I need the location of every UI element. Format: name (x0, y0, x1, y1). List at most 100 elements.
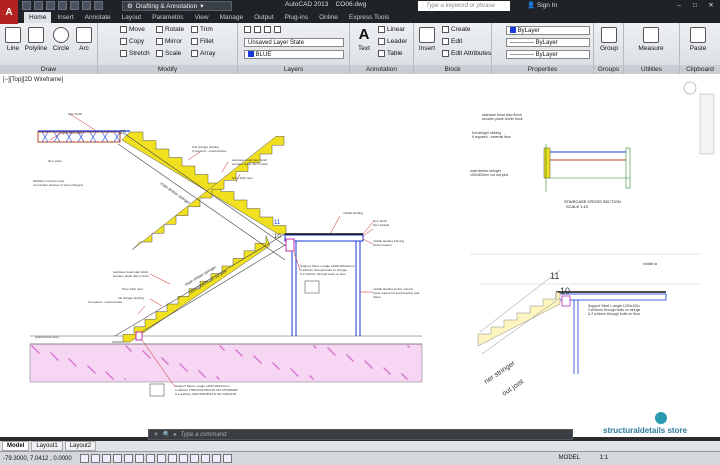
hatch-dot (89, 367, 91, 369)
snap-icon[interactable] (90, 454, 100, 463)
mirror-button[interactable]: Mirror (156, 38, 182, 45)
command-line[interactable]: ✕ 🔍 ▸ Type a command (148, 429, 573, 440)
layer-dropdown[interactable]: BLUE (244, 50, 344, 59)
array-button[interactable]: Array (191, 50, 216, 57)
3d-osnap-icon[interactable] (145, 454, 155, 463)
tab-parametric[interactable]: Parametric (147, 12, 188, 23)
layer-properties-icon[interactable] (244, 26, 251, 33)
layout-tab-model[interactable]: Model (2, 441, 30, 451)
tab-plug-ins[interactable]: Plug-ins (280, 12, 313, 23)
hatch-dot (148, 356, 150, 358)
tab-layout[interactable]: Layout (117, 12, 147, 23)
hatch-dot (236, 350, 238, 352)
close-command-icon[interactable]: ✕ (153, 431, 158, 438)
drawing-canvas[interactable]: floor finish upper floor level floor joist… (0, 74, 720, 437)
minimize-icon[interactable]: – (672, 0, 686, 11)
file-name: CO06.dwg (335, 1, 367, 8)
hatch-dot (350, 358, 352, 360)
infer-constraints-icon[interactable] (79, 454, 89, 463)
lineweight-dropdown[interactable]: ———— ByLayer (506, 50, 590, 59)
hatch-dot (36, 350, 38, 352)
model-space-toggle[interactable]: MODEL (559, 455, 580, 461)
hatch-dot (352, 360, 354, 362)
text-button[interactable]: A Text (352, 27, 376, 53)
lineweight-icon[interactable] (189, 454, 199, 463)
tab-annotate[interactable]: Annotate (80, 12, 116, 23)
fillet-button[interactable]: Fillet (191, 38, 214, 45)
layer-freeze-icon[interactable] (264, 26, 271, 33)
scale-button[interactable]: Scale (156, 50, 181, 57)
edit-block-button[interactable]: Edit (442, 38, 462, 45)
close-icon[interactable]: ✕ (704, 0, 718, 11)
rotate-button[interactable]: Rotate (156, 26, 184, 33)
layout-tab-layout1[interactable]: Layout1 (31, 441, 63, 451)
polyline-button[interactable]: Polyline (24, 27, 48, 52)
layer-state-dropdown[interactable]: Unsaved Layer State (244, 38, 344, 47)
sign-in-button[interactable]: 👤 Sign In (527, 1, 557, 9)
workspace-dropdown[interactable]: ⚙ Drafting & Annotation ▾ (122, 1, 232, 11)
new-icon[interactable] (22, 1, 31, 10)
layer-lock-icon[interactable] (274, 26, 281, 33)
paste-button[interactable]: Paste (684, 27, 712, 52)
arc-button[interactable]: Arc (72, 27, 96, 52)
command-input[interactable]: Type a command (181, 432, 227, 438)
linear-button[interactable]: Linear (378, 26, 405, 33)
application-menu-button[interactable]: A (0, 0, 18, 24)
layout-tab-layout2[interactable]: Layout2 (64, 441, 97, 451)
linetype-dropdown[interactable]: ———— ByLayer (506, 38, 590, 47)
tab-express-tools[interactable]: Express Tools (344, 12, 394, 23)
osnap-icon[interactable] (134, 454, 144, 463)
polar-icon[interactable] (123, 454, 133, 463)
viewport-controls[interactable]: [−][Top][2D Wireframe] (3, 77, 63, 83)
search-command-icon[interactable]: 🔍 (162, 431, 169, 438)
selection-cycling-icon[interactable] (222, 454, 232, 463)
tab-home[interactable]: Home (24, 12, 52, 23)
leader-button[interactable]: Leader (378, 38, 407, 45)
save-icon[interactable] (46, 1, 55, 10)
gear-icon: ⚙ (127, 3, 133, 10)
hatch-dot (221, 347, 223, 349)
insert-button[interactable]: Insert (415, 27, 439, 52)
color-dropdown[interactable]: ByLayer (506, 26, 590, 35)
plot-icon[interactable] (70, 1, 79, 10)
transparency-icon[interactable] (200, 454, 210, 463)
ortho-icon[interactable] (112, 454, 122, 463)
undo-icon[interactable] (82, 1, 91, 10)
dyn-icon[interactable] (178, 454, 188, 463)
layer-off-icon[interactable] (254, 26, 261, 33)
grid-icon[interactable] (101, 454, 111, 463)
tab-manage[interactable]: Manage (215, 12, 249, 23)
search-input[interactable]: Type a keyword or phrase (418, 1, 510, 11)
hatch-dot (240, 354, 242, 356)
ducs-icon[interactable] (167, 454, 177, 463)
trim-button[interactable]: Trim (191, 26, 213, 33)
annotation-scale[interactable]: 1:1 (600, 455, 608, 461)
hatch-dot (72, 362, 74, 364)
quick-properties-icon[interactable] (211, 454, 221, 463)
save-as-icon[interactable] (58, 1, 67, 10)
line-button[interactable]: Line (1, 27, 25, 52)
edit-attributes-button[interactable]: Edit Attributes (442, 50, 491, 57)
redo-icon[interactable] (94, 1, 103, 10)
tab-online[interactable]: Online (314, 12, 343, 23)
move-button[interactable]: Move (120, 26, 145, 33)
tab-insert[interactable]: Insert (52, 12, 78, 23)
circle-button[interactable]: Circle (49, 27, 73, 52)
layout-tabs: Model Layout1 Layout2 (0, 441, 720, 451)
create-block-button[interactable]: Create (442, 26, 471, 33)
hatch-dot (200, 372, 202, 374)
tab-output[interactable]: Output (249, 12, 279, 23)
right-label-1: wooden plank 40mm thick (482, 117, 523, 121)
otrack-icon[interactable] (156, 454, 166, 463)
hatch-dot (407, 345, 409, 347)
measure-button[interactable]: Measure (634, 27, 668, 52)
copy-button[interactable]: Copy (120, 38, 144, 45)
table-button[interactable]: Table (378, 50, 403, 57)
hatch-dot (366, 362, 368, 364)
maximize-icon[interactable]: □ (688, 0, 702, 11)
watermark-logo-icon (655, 412, 667, 424)
open-icon[interactable] (34, 1, 43, 10)
tab-view[interactable]: View (190, 12, 214, 23)
group-button[interactable]: Group (597, 27, 621, 52)
stretch-button[interactable]: Stretch (120, 50, 150, 57)
